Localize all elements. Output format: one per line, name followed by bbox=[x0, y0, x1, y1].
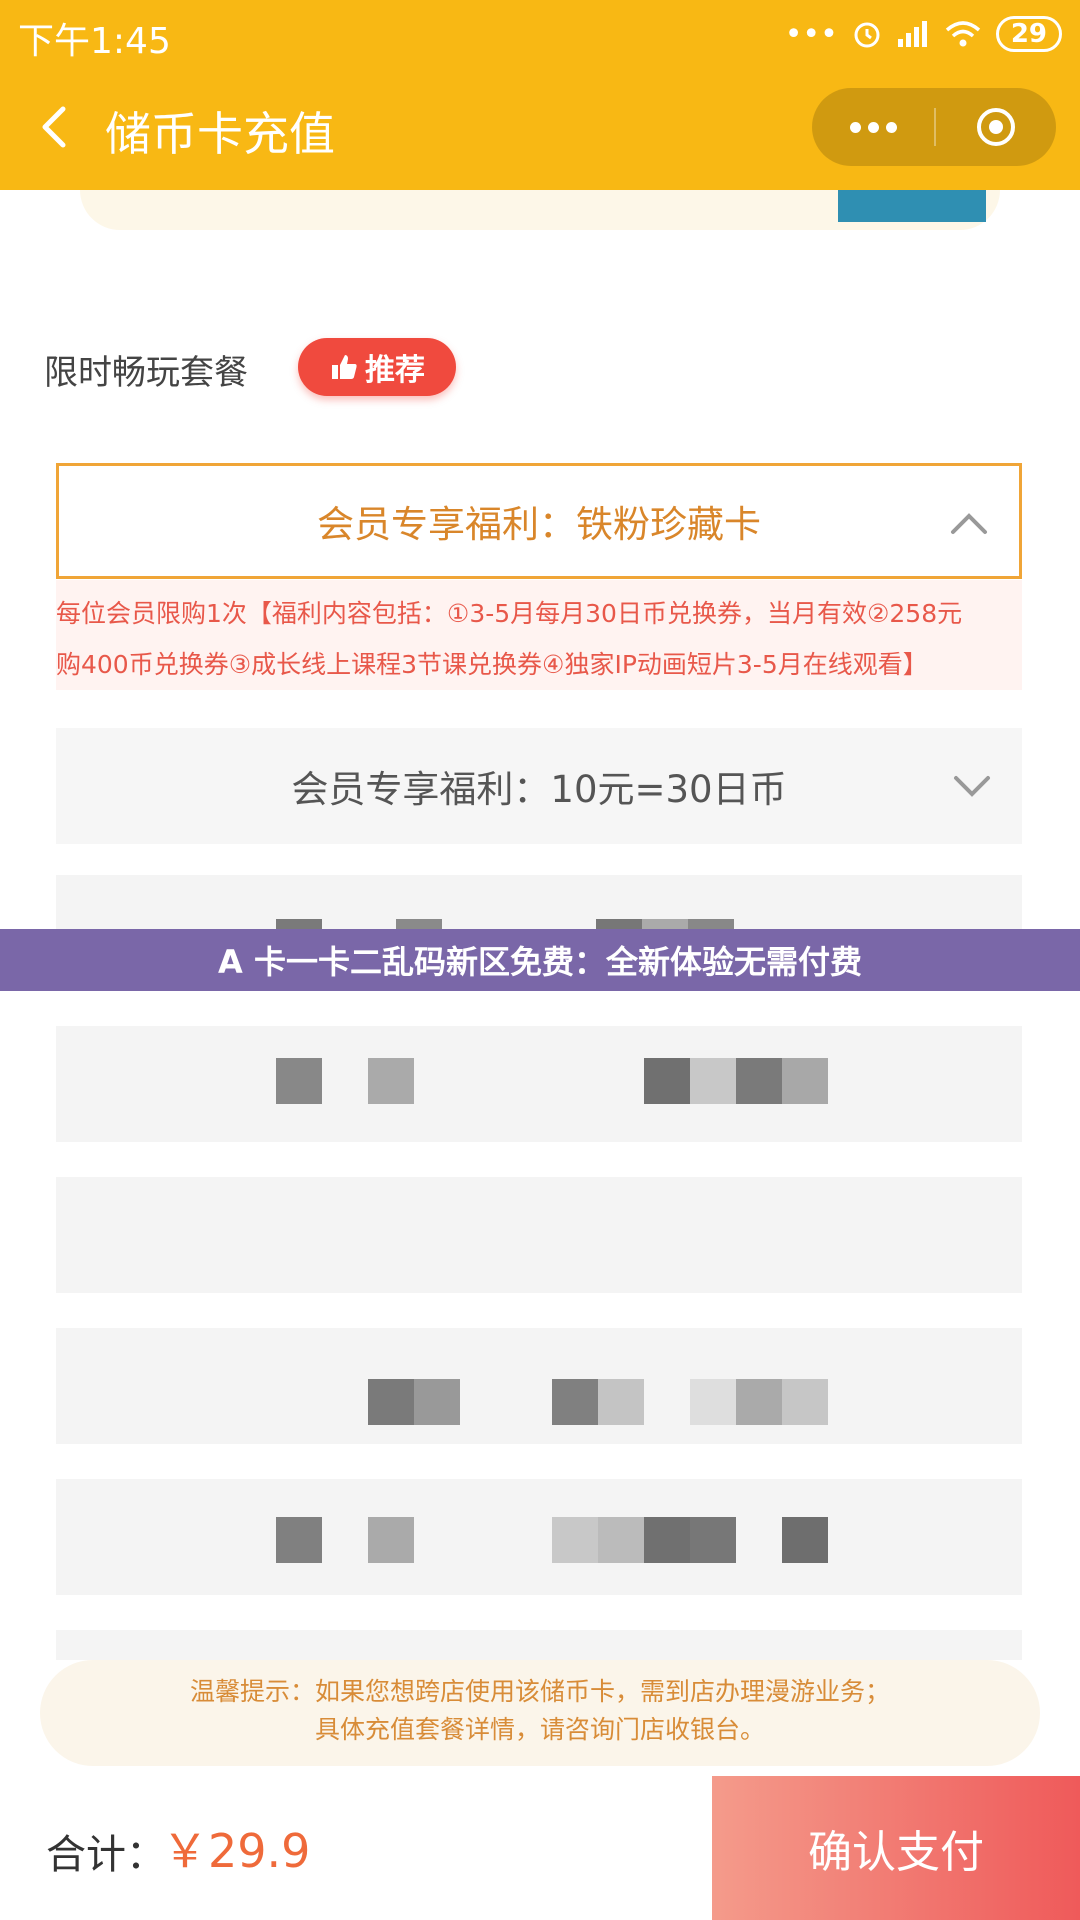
tip-line: 温馨提示：如果您想跨店使用该储币卡，需到店办理漫游业务； bbox=[189, 1677, 890, 1706]
battery-indicator: 29 bbox=[995, 16, 1062, 52]
mini-program-capsule bbox=[812, 88, 1056, 166]
back-button[interactable] bbox=[24, 92, 84, 162]
pixelated-text bbox=[690, 1379, 736, 1425]
benefit-description: 每位会员限购1次【福利内容包括：①3-5月每月30日币兑换券，当月有效②258元… bbox=[56, 580, 1022, 690]
signal-icon bbox=[897, 21, 927, 47]
thumbs-up-icon bbox=[332, 355, 357, 379]
pixelated-text bbox=[782, 1517, 828, 1563]
pixelated-text bbox=[368, 1058, 414, 1104]
tip-notice: 温馨提示：如果您想跨店使用该储币卡，需到店办理漫游业务； 具体充值套餐详情，请咨… bbox=[40, 1660, 1040, 1766]
pixelated-text bbox=[276, 1058, 322, 1104]
wifi-icon bbox=[945, 21, 980, 47]
more-button[interactable] bbox=[812, 88, 934, 166]
package-option-blurred[interactable] bbox=[56, 1479, 1022, 1595]
status-time: 下午1:45 bbox=[18, 21, 171, 62]
pixelated-text bbox=[368, 1379, 414, 1425]
package-option-selected[interactable]: 会员专享福利：铁粉珍藏卡 bbox=[56, 463, 1022, 579]
header-bar: 下午1:45 ••• 29 储币卡充值 bbox=[0, 0, 1080, 190]
pixelated-text bbox=[736, 1058, 782, 1104]
pixelated-text bbox=[552, 1517, 598, 1563]
page-title: 储币卡充值 bbox=[105, 107, 335, 161]
overlay-title-banner: A 卡一卡二乱码新区免费：全新体验无需付费 bbox=[0, 929, 1080, 991]
close-button[interactable] bbox=[936, 88, 1056, 166]
status-dots: ••• bbox=[784, 16, 838, 52]
pixelated-text bbox=[276, 1517, 322, 1563]
pixelated-text bbox=[552, 1379, 598, 1425]
package-option-blurred[interactable] bbox=[56, 1177, 1022, 1293]
status-icons: ••• 29 bbox=[785, 12, 1062, 56]
more-dot-icon bbox=[849, 121, 861, 133]
chevron-down-icon bbox=[954, 776, 990, 797]
package-option-label: 会员专享福利：10元=30日币 bbox=[291, 768, 787, 811]
pixelated-text bbox=[644, 1517, 690, 1563]
recommend-badge: 推荐 bbox=[298, 338, 456, 396]
pixelated-text bbox=[368, 1517, 414, 1563]
pixelated-text bbox=[690, 1517, 736, 1563]
total-price: ￥29.9 bbox=[162, 1824, 311, 1878]
section-title: 限时畅玩套餐 bbox=[44, 353, 248, 393]
chevron-up-icon bbox=[951, 513, 987, 534]
pixelated-text bbox=[736, 1379, 782, 1425]
pixelated-text bbox=[690, 1058, 736, 1104]
more-dot-icon bbox=[885, 121, 897, 133]
pixelated-text bbox=[782, 1379, 828, 1425]
pixelated-text bbox=[782, 1058, 828, 1104]
card-preview-image bbox=[838, 190, 986, 222]
pixelated-text bbox=[644, 1058, 690, 1104]
alarm-icon bbox=[854, 22, 880, 48]
package-option-blurred[interactable] bbox=[56, 1328, 1022, 1444]
pixelated-text bbox=[598, 1379, 644, 1425]
benefit-line: 每位会员限购1次【福利内容包括：①3-5月每月30日币兑换券，当月有效②258元 bbox=[56, 599, 963, 628]
benefit-line: 购400币兑换券③成长线上课程3节课兑换券④独家IP动画短片3-5月在线观看】 bbox=[56, 650, 928, 679]
recommend-badge-label: 推荐 bbox=[365, 353, 425, 388]
pixelated-text bbox=[598, 1517, 644, 1563]
package-option-label: 会员专享福利：铁粉珍藏卡 bbox=[317, 503, 761, 546]
target-close-icon bbox=[977, 108, 1015, 146]
total-label: 合计： bbox=[46, 1832, 166, 1878]
tip-line: 具体充值套餐详情，请咨询门店收银台。 bbox=[314, 1715, 765, 1744]
more-dot-icon bbox=[867, 121, 879, 133]
package-option-blurred[interactable] bbox=[56, 1026, 1022, 1142]
confirm-pay-button[interactable]: 确认支付 bbox=[712, 1776, 1080, 1920]
pixelated-text bbox=[414, 1379, 460, 1425]
package-option[interactable]: 会员专享福利：10元=30日币 bbox=[56, 728, 1022, 844]
chevron-left-icon bbox=[42, 106, 66, 148]
package-option-blurred bbox=[56, 1630, 1022, 1660]
